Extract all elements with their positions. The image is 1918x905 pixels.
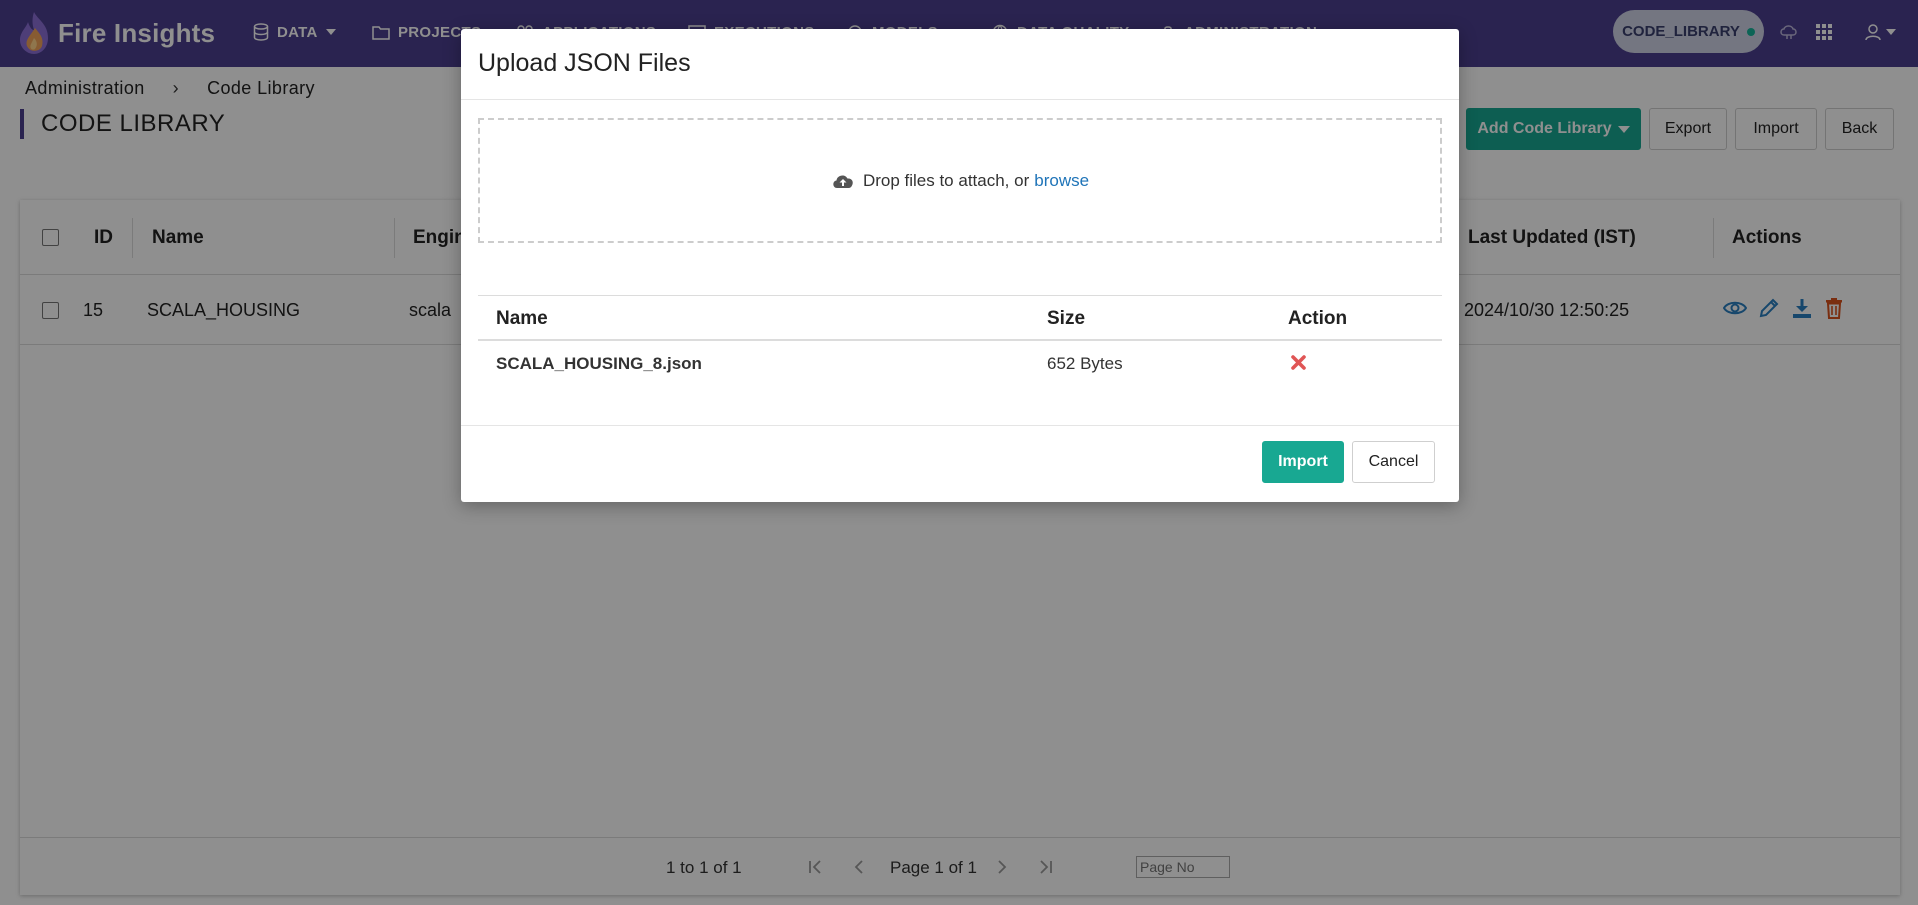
file-table: Name Size Action SCALA_HOUSING_8.json 65…	[478, 295, 1442, 387]
file-size: 652 Bytes	[1047, 354, 1123, 373]
modal-footer: Import Cancel	[461, 425, 1459, 502]
file-column-size: Size	[1047, 308, 1086, 329]
remove-icon[interactable]	[1290, 354, 1307, 376]
modal-cancel-button[interactable]: Cancel	[1352, 441, 1435, 483]
browse-link[interactable]: browse	[1034, 171, 1089, 191]
upload-json-modal: Upload JSON Files Drop files to attach, …	[461, 29, 1459, 502]
modal-title: Upload JSON Files	[478, 49, 691, 77]
file-dropzone[interactable]: Drop files to attach, or browse	[478, 118, 1442, 243]
dropzone-text: Drop files to attach, or	[862, 170, 1030, 190]
file-name: SCALA_HOUSING_8.json	[496, 354, 702, 373]
cloud-upload-icon	[833, 174, 853, 188]
modal-import-button[interactable]: Import	[1262, 441, 1344, 483]
file-column-name: Name	[496, 308, 548, 329]
file-row: SCALA_HOUSING_8.json 652 Bytes	[478, 341, 1442, 387]
modal-header: Upload JSON Files	[461, 29, 1459, 100]
file-column-action: Action	[1288, 308, 1348, 329]
file-table-header: Name Size Action	[478, 295, 1442, 341]
